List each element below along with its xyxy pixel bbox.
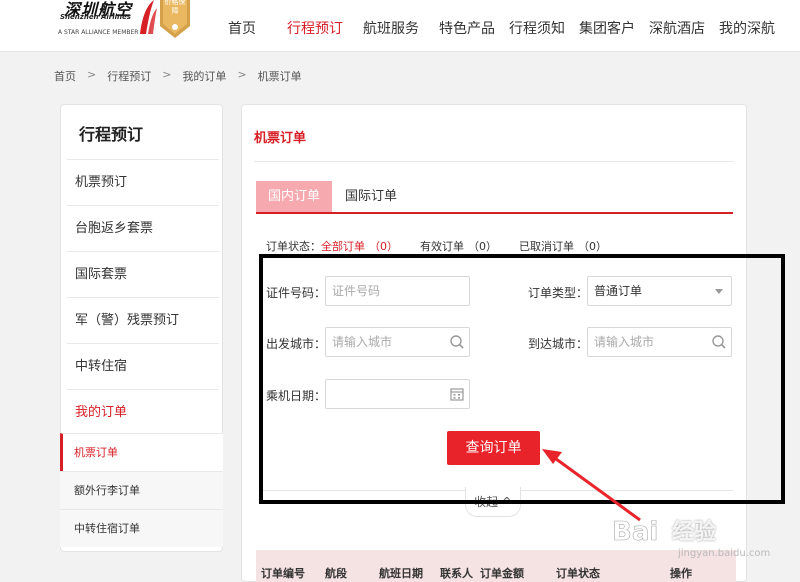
col-segment: 航段 [325, 567, 347, 580]
breadcrumb-booking[interactable]: 行程预订 [107, 68, 151, 84]
breadcrumb-home[interactable]: 首页 [54, 68, 76, 84]
nav-home[interactable]: 首页 [216, 0, 268, 52]
sidebar-menu: 机票预订 台胞返乡套票 国际套票 军（警）残票预订 中转住宿 我的订单 [67, 159, 219, 435]
alliance-text: A STAR ALLIANCE MEMBER [58, 29, 139, 36]
col-order-number: 订单编号 [261, 567, 305, 580]
sidebar-item-taiwan-package[interactable]: 台胞返乡套票 [67, 205, 219, 251]
col-amount: 订单金额 [480, 567, 524, 580]
baidu-jingyan-watermark: Bai 经验 jingyan.baidu.com [612, 506, 770, 566]
breadcrumb-separator: > [237, 68, 247, 81]
status-all-label: 全部订单 [321, 240, 365, 253]
status-all-count: （0） [369, 240, 398, 253]
sidebar-submenu: 机票订单 额外行李订单 中转住宿订单 [60, 433, 223, 547]
main-nav: 首页 行程预订 航班服务 特色产品 行程须知 集团客户 深航酒店 我的深航 [216, 0, 776, 52]
nav-booking[interactable]: 行程预订 [280, 0, 350, 52]
sidebar-item-international-package[interactable]: 国际套票 [67, 251, 219, 297]
status-valid-count: （0） [468, 240, 497, 253]
status-valid[interactable]: 有效订单 （0） [420, 238, 497, 254]
col-actions: 操作 [670, 567, 692, 580]
nav-my-account[interactable]: 我的深航 [718, 0, 776, 52]
status-valid-label: 有效订单 [420, 240, 464, 253]
sidebar-subitem-transit-hotel-orders[interactable]: 中转住宿订单 [60, 509, 223, 547]
annotation-highlight-box [259, 254, 785, 504]
breadcrumb: 首页 > 行程预订 > 我的订单 > 机票订单 [54, 68, 302, 84]
sidebar-subitem-baggage-orders[interactable]: 额外行李订单 [60, 471, 223, 509]
breadcrumb-my-orders[interactable]: 我的订单 [182, 68, 226, 84]
breadcrumb-separator: > [162, 68, 172, 81]
nav-flight-service[interactable]: 航班服务 [362, 0, 420, 52]
tab-domestic[interactable]: 国内订单 [256, 181, 332, 212]
sidebar-item-ticket-booking[interactable]: 机票预订 [67, 159, 219, 205]
badge-text: 价格保障 [164, 0, 186, 15]
col-flight-date: 航班日期 [379, 567, 423, 580]
nav-group-clients[interactable]: 集团客户 [578, 0, 636, 52]
order-status-filter: 订单状态： 全部订单 （0） 有效订单 （0） 已取消订单 （0） [266, 238, 629, 254]
col-contact: 联系人 [440, 567, 473, 580]
sidebar-item-transit-hotel[interactable]: 中转住宿 [67, 343, 219, 389]
sidebar-title: 行程预订 [79, 125, 144, 144]
order-tabs: 国内订单 国际订单 [256, 181, 733, 214]
nav-travel-notice[interactable]: 行程须知 [508, 0, 566, 52]
site-header: 深圳航空 Shenzhen Airlines A STAR ALLIANCE M… [0, 0, 800, 52]
svg-text:Bai: Bai [612, 517, 658, 547]
price-guarantee-badge[interactable]: 价格保障 [156, 0, 194, 40]
logo-en-text: Shenzhen Airlines [60, 13, 131, 21]
sidebar-item-military-police[interactable]: 军（警）残票预订 [67, 297, 219, 343]
shenzhen-airlines-logo[interactable]: 深圳航空 Shenzhen Airlines A STAR ALLIANCE M… [58, 0, 158, 46]
status-cancelled-count: （0） [578, 240, 607, 253]
nav-special-products[interactable]: 特色产品 [438, 0, 496, 52]
sidebar-subitem-ticket-orders[interactable]: 机票订单 [60, 433, 223, 471]
title-divider [254, 161, 734, 162]
status-cancelled[interactable]: 已取消订单 （0） [519, 238, 607, 254]
watermark-url: jingyan.baidu.com [678, 548, 771, 559]
tab-international[interactable]: 国际订单 [334, 181, 408, 212]
sidebar-item-my-orders[interactable]: 我的订单 [67, 389, 219, 435]
status-all[interactable]: 全部订单 （0） [321, 238, 398, 254]
status-cancelled-label: 已取消订单 [519, 240, 574, 253]
breadcrumb-separator: > [87, 68, 97, 81]
page-title: 机票订单 [254, 131, 307, 146]
nav-hotel[interactable]: 深航酒店 [648, 0, 706, 52]
breadcrumb-ticket-orders: 机票订单 [257, 70, 302, 83]
watermark-text: 经验 [672, 520, 717, 545]
col-status: 订单状态 [556, 567, 600, 580]
airline-wing-icon [140, 0, 157, 34]
baidu-paw-icon: Bai [612, 517, 659, 548]
status-label: 订单状态： [266, 240, 321, 253]
